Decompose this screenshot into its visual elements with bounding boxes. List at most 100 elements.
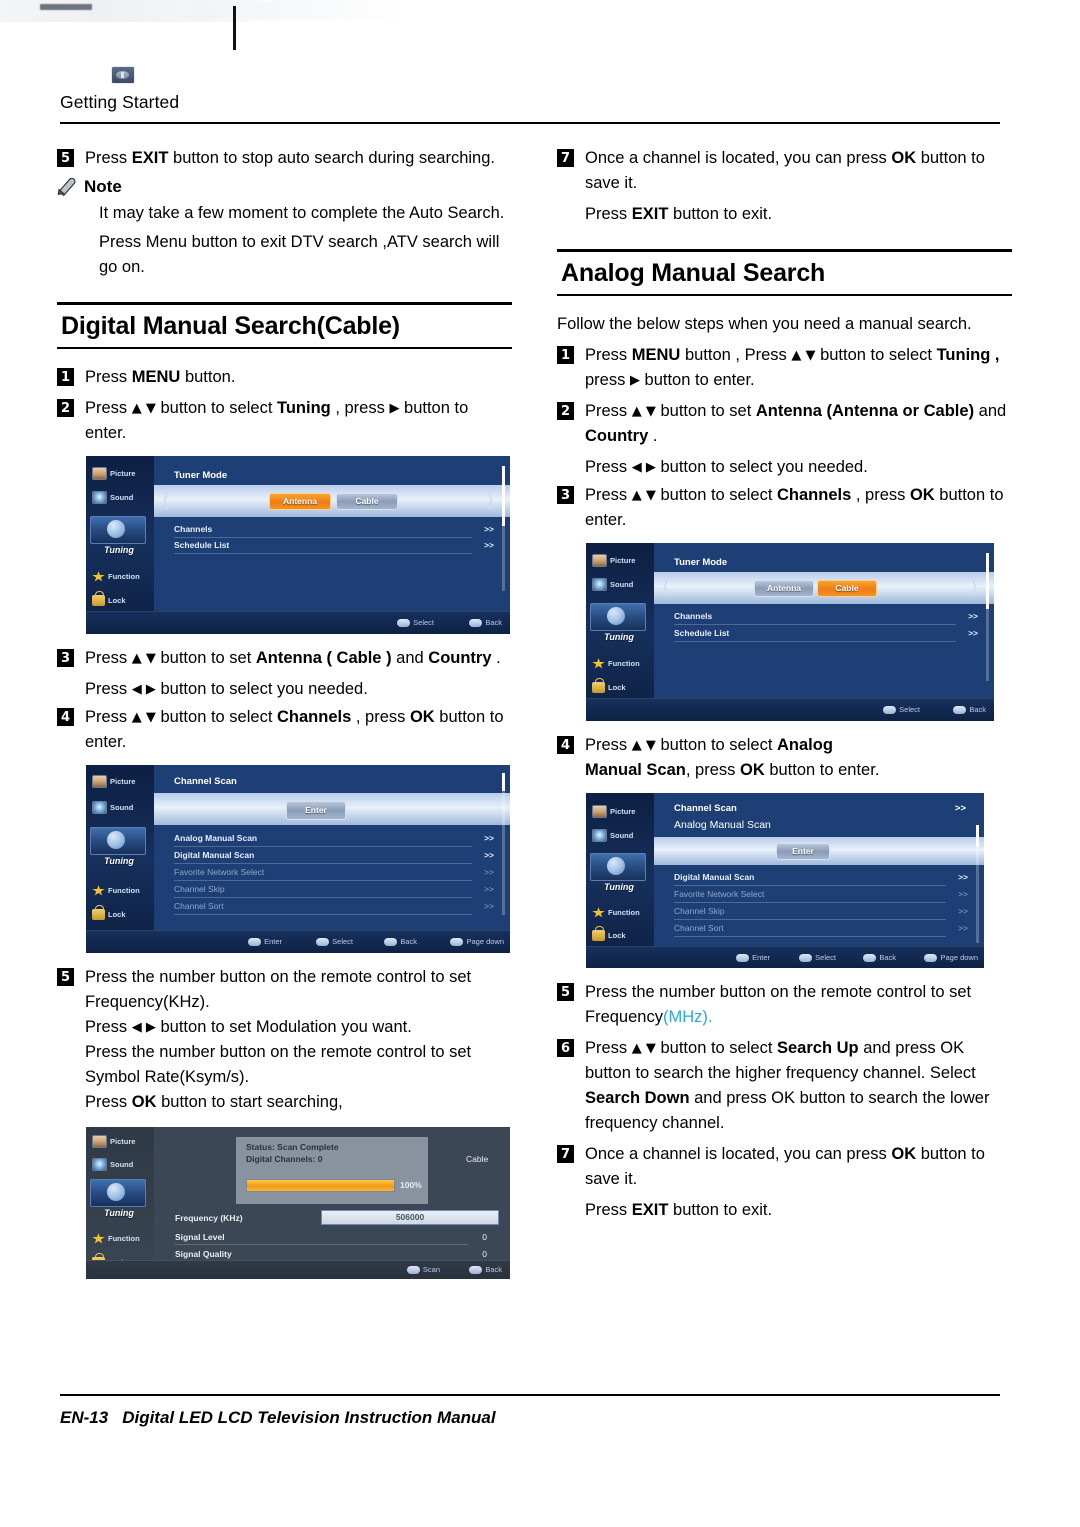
bottom-key-label: Select xyxy=(815,953,836,963)
step-6-search-up-down: 6 Press ▲ ▼ button to select Search Up a… xyxy=(557,1036,1012,1136)
step-line-1: Press the number button on the remote co… xyxy=(85,968,472,1012)
step-7-save-channel-digital: 7 Once a channel is located, you can pre… xyxy=(557,146,1012,196)
step-text-pre: Press xyxy=(585,486,632,505)
osd-screenshot-tuner-mode-cable: Picture Sound Tuning Function Lock Tuner… xyxy=(586,543,994,722)
substep-post: button to exit. xyxy=(668,205,773,223)
osd-row-label: Channel Skip xyxy=(674,906,725,917)
sidebar-item-label: Sound xyxy=(110,1160,134,1170)
step-5-set-frequency-mhz: 5 Press the number button on the remote … xyxy=(557,980,1012,1030)
osd-row-channel-sort[interactable]: Channel Sort >> xyxy=(674,923,968,938)
footer: EN-13 Digital LED LCD Television Instruct… xyxy=(60,1408,496,1428)
chevron-left-icon: ⟨ xyxy=(662,575,670,600)
remote-key-icon xyxy=(406,1265,420,1274)
osd-main: Status: Scan Complete Digital Channels: … xyxy=(154,1127,510,1279)
step-text-post: button to stop auto search during search… xyxy=(168,149,495,167)
menu-country: Country xyxy=(585,427,649,446)
osd-row-arrow: >> xyxy=(484,867,494,878)
sidebar-item-label: Function xyxy=(108,1234,140,1244)
osd-row-channel-skip[interactable]: Channel Skip >> xyxy=(674,906,968,921)
lock-icon xyxy=(92,591,105,607)
step-4-select-analog-manual-scan: 4 Press ▲ ▼ button to select Analog Manua… xyxy=(557,733,1012,783)
step-number: 3 xyxy=(557,486,574,505)
key-ok: OK xyxy=(891,1145,917,1164)
osd-row-analog-manual-scan[interactable]: Analog Manual Scan >> xyxy=(174,833,494,848)
step-text-post: button. xyxy=(180,368,236,387)
osd-highlight-band xyxy=(154,485,510,518)
sidebar-item-label: Sound xyxy=(610,831,634,841)
step-3-substep: Press ◀ ▶ button to select you needed. xyxy=(85,677,512,702)
right-column: 7 Once a channel is located, you can pre… xyxy=(557,146,1012,1226)
osd-main: Tuner Mode ⟨ ⟩ Antenna Cable Channels >>… xyxy=(154,456,510,634)
row-divider xyxy=(174,863,472,865)
key-ok: OK xyxy=(891,149,917,167)
chip-cable[interactable]: Cable xyxy=(336,493,398,511)
lock-icon xyxy=(592,678,605,694)
sidebar-item-label: Tuning xyxy=(104,856,134,867)
osd-row-arrow: >> xyxy=(484,850,494,861)
step-text: Press ▲ ▼ button to select Analog Manual … xyxy=(585,733,879,783)
remote-key-icon xyxy=(883,705,897,714)
lock-icon xyxy=(592,926,605,942)
star-icon xyxy=(92,885,105,896)
osd-scrollbar[interactable] xyxy=(502,773,505,916)
osd-row-schedule-list[interactable]: Schedule List >> xyxy=(674,628,978,643)
frequency-field[interactable]: 506000 xyxy=(321,1210,499,1226)
chip-antenna[interactable]: Antenna xyxy=(754,580,814,598)
step-3-select-channels: 3 Press ▲ ▼ button to select Channels , … xyxy=(557,483,1012,533)
bottom-key-page-down: Page down xyxy=(450,937,504,946)
tuning-icon xyxy=(590,853,646,882)
osd-row-channels[interactable]: Channels >> xyxy=(674,611,978,626)
chip-antenna[interactable]: Antenna xyxy=(269,493,331,511)
osd-row-channel-sort[interactable]: Channel Sort >> xyxy=(174,901,494,916)
row-divider xyxy=(674,919,946,921)
scan-progress-fill xyxy=(247,1180,394,1192)
osd-scrollbar[interactable] xyxy=(502,466,505,592)
menu-manual-scan: Manual Scan xyxy=(585,761,686,780)
step-1-menu-tuning: 1 Press MENU button , Press ▲ ▼ button t… xyxy=(557,343,1012,393)
step-number: 7 xyxy=(557,1145,574,1164)
osd-bottom-bar: Enter Select Back Page down xyxy=(86,930,510,954)
chip-cable[interactable]: Cable xyxy=(817,580,877,598)
remote-key-icon xyxy=(397,618,411,627)
osd-row-favorite-network-select[interactable]: Favorite Network Select >> xyxy=(174,867,494,882)
row-divider xyxy=(674,641,956,643)
osd-title: Tuner Mode xyxy=(674,557,728,569)
enter-button[interactable]: Enter xyxy=(776,843,830,861)
osd-bottom-bar: Select Back xyxy=(86,611,510,635)
osd-row-schedule-list[interactable]: Schedule List >> xyxy=(174,540,494,555)
step-text: Press the number button on the remote co… xyxy=(585,980,1012,1030)
osd-row-favorite-network-select[interactable]: Favorite Network Select >> xyxy=(674,889,968,904)
osd-scrollbar[interactable] xyxy=(986,553,989,682)
osd-row-channels[interactable]: Channels >> xyxy=(174,524,494,539)
row-divider xyxy=(174,897,472,899)
key-exit: EXIT xyxy=(631,1201,669,1220)
osd-row-channel-skip[interactable]: Channel Skip >> xyxy=(174,884,494,899)
step-text-mid: button , Press xyxy=(680,346,792,365)
step-text-post: button to enter. xyxy=(764,761,880,780)
enter-button[interactable]: Enter xyxy=(286,801,346,821)
osd-screenshot-tuner-mode-antenna: Picture Sound Tuning Function Lock Tuner… xyxy=(86,456,510,635)
step-number: 5 xyxy=(57,149,74,167)
step-2-set-antenna-country: 2 Press ▲ ▼ button to set Antenna (Anten… xyxy=(557,399,1012,449)
substep-pre: Press xyxy=(585,458,632,477)
bottom-key-label: Enter xyxy=(264,937,282,947)
step-1-press-menu: 1 Press MENU button. xyxy=(57,365,512,390)
sidebar-item-label: Lock xyxy=(108,910,126,920)
sidebar-item-label: Function xyxy=(108,886,140,896)
key-menu: MENU xyxy=(631,346,681,365)
sidebar-item-label: Sound xyxy=(110,803,134,813)
osd-row-digital-manual-scan[interactable]: Digital Manual Scan >> xyxy=(674,872,968,887)
step-number: 4 xyxy=(57,708,74,727)
left-right-arrow-icon: ◀ ▶ xyxy=(631,460,656,476)
osd-scrollbar[interactable] xyxy=(976,825,979,944)
key-exit: EXIT xyxy=(131,149,169,167)
osd-row-digital-manual-scan[interactable]: Digital Manual Scan >> xyxy=(174,850,494,865)
sidebar-item-lock: Lock xyxy=(92,591,126,607)
note-paragraph-2: Press Menu button to exit DTV search ,AT… xyxy=(99,233,500,276)
signal-level-value: 0 xyxy=(482,1232,487,1243)
star-icon xyxy=(92,571,105,582)
osd-row-label: Channel Sort xyxy=(174,901,224,912)
osd-bottom-bar: Select Back xyxy=(586,698,994,722)
sidebar-item-function: Function xyxy=(592,658,640,669)
osd-main: Tuner Mode ⟨ ⟩ Antenna Cable Channels >>… xyxy=(654,543,994,721)
